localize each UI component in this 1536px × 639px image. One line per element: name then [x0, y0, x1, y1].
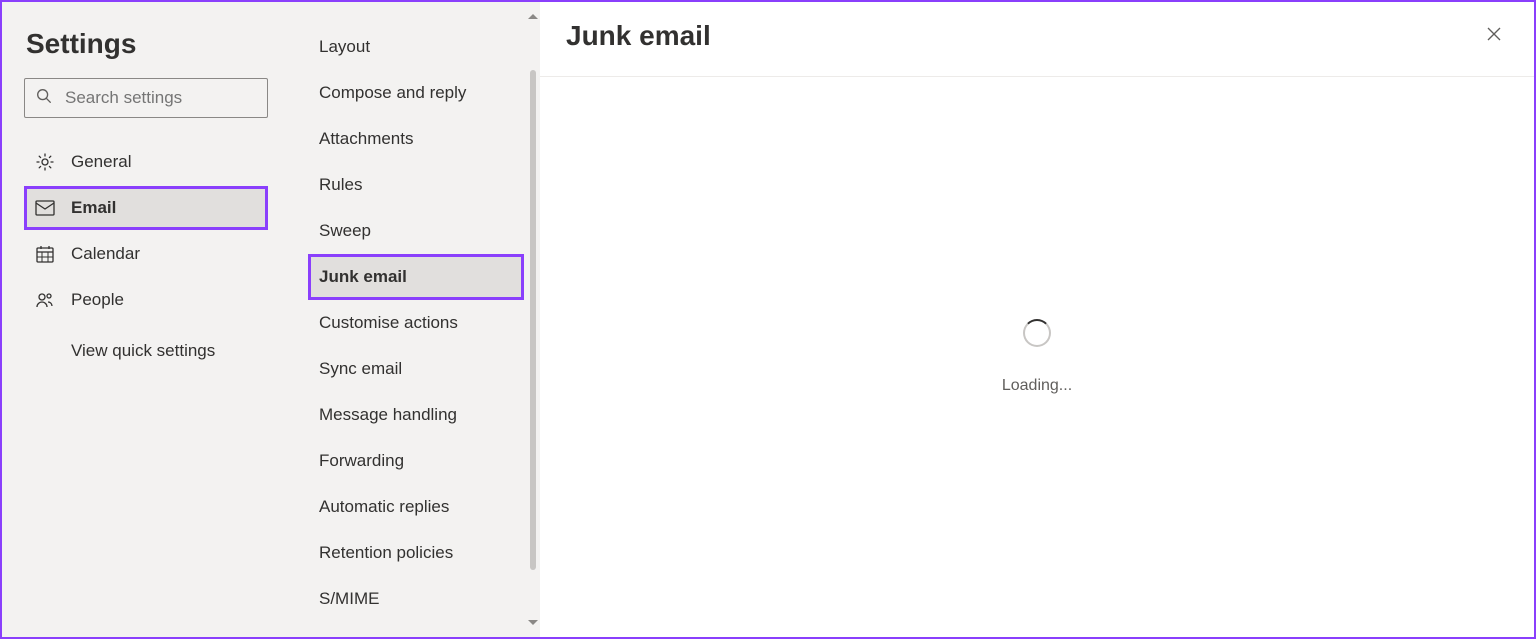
subnav-forwarding[interactable]: Forwarding	[308, 438, 524, 484]
subnav-label: Sweep	[319, 221, 371, 241]
subnav-label: Rules	[319, 175, 362, 195]
content-title: Junk email	[566, 20, 1478, 52]
category-label: People	[71, 290, 124, 310]
subnav-customise-actions[interactable]: Customise actions	[308, 300, 524, 346]
search-settings-input[interactable]	[63, 87, 257, 109]
subnav-label: Compose and reply	[319, 83, 466, 103]
view-quick-settings-link[interactable]: View quick settings	[24, 330, 268, 372]
category-label: Calendar	[71, 244, 140, 264]
settings-content: Junk email Loading...	[540, 2, 1534, 637]
subnav-retention-policies[interactable]: Retention policies	[308, 530, 524, 576]
subnav-label: Junk email	[319, 267, 407, 287]
category-calendar[interactable]: Calendar	[24, 232, 268, 276]
category-label: General	[71, 152, 131, 172]
calendar-icon	[33, 244, 57, 264]
scroll-up-icon[interactable]	[528, 14, 538, 19]
subnav-label: Retention policies	[319, 543, 453, 563]
subnav-compose[interactable]: Compose and reply	[308, 70, 524, 116]
subnav-attachments[interactable]: Attachments	[308, 116, 524, 162]
settings-subnav: Layout Compose and reply Attachments Rul…	[280, 2, 540, 637]
subnav-smime[interactable]: S/MIME	[308, 576, 524, 622]
subnav-rules[interactable]: Rules	[308, 162, 524, 208]
settings-nav: Settings	[2, 2, 540, 637]
subnav-label: Forwarding	[319, 451, 404, 471]
subnav-sync-email[interactable]: Sync email	[308, 346, 524, 392]
category-people[interactable]: People	[24, 278, 268, 322]
subnav-layout[interactable]: Layout	[308, 24, 524, 70]
subnav-label: Attachments	[319, 129, 414, 149]
category-email[interactable]: Email	[24, 186, 268, 230]
settings-dialog: Settings	[0, 0, 1536, 639]
subnav-label: Customise actions	[319, 313, 458, 333]
mail-icon	[33, 200, 57, 216]
close-button[interactable]	[1478, 20, 1510, 52]
scroll-thumb[interactable]	[530, 70, 536, 570]
content-body: Loading...	[540, 77, 1534, 637]
search-icon	[35, 87, 63, 110]
loading-spinner-icon	[1023, 319, 1051, 347]
content-header: Junk email	[540, 2, 1534, 77]
scroll-down-icon[interactable]	[528, 620, 538, 625]
subnav-label: S/MIME	[319, 589, 379, 609]
subnav-junk-email[interactable]: Junk email	[308, 254, 524, 300]
subnav-label: Automatic replies	[319, 497, 449, 517]
people-icon	[33, 290, 57, 310]
subnav-automatic-replies[interactable]: Automatic replies	[308, 484, 524, 530]
loading-label: Loading...	[1002, 377, 1072, 395]
quick-settings-label: View quick settings	[71, 341, 215, 361]
gear-icon	[33, 152, 57, 172]
subnav-sweep[interactable]: Sweep	[308, 208, 524, 254]
subnav-message-handling[interactable]: Message handling	[308, 392, 524, 438]
subnav-scrollbar[interactable]	[526, 14, 540, 625]
settings-categories: Settings	[2, 2, 280, 637]
category-label: Email	[71, 198, 116, 218]
subnav-label: Layout	[319, 37, 370, 57]
search-settings-field[interactable]	[24, 78, 268, 118]
subnav-label: Message handling	[319, 405, 457, 425]
settings-title: Settings	[26, 28, 268, 60]
close-icon	[1486, 26, 1502, 47]
subnav-label: Sync email	[319, 359, 402, 379]
category-general[interactable]: General	[24, 140, 268, 184]
